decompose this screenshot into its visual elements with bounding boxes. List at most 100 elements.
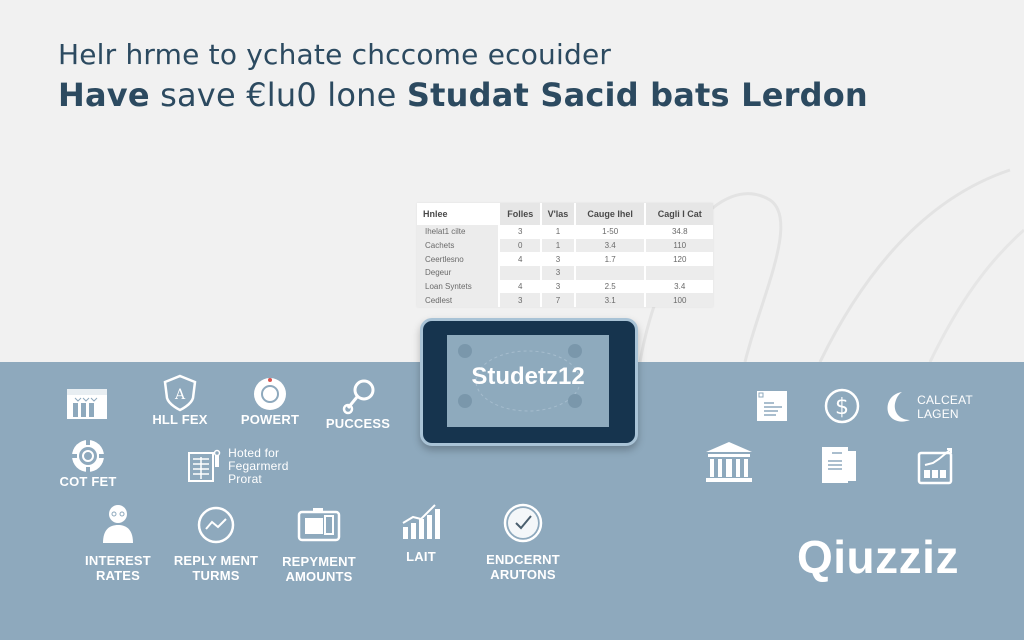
feature-label: CALCEAT [917, 393, 973, 407]
trend-board-icon [917, 448, 953, 485]
column-header: Cagli I Cat [644, 203, 713, 225]
loan-comparison-table: Hnlee Folles V'las Cauge Ihel Cagli I Ca… [417, 203, 713, 307]
feature-label: Prorat [228, 472, 262, 486]
chip-icon [71, 439, 105, 473]
headline-title-part-2: save €lu0 lone [149, 76, 407, 114]
growth-chart-icon [402, 504, 440, 539]
table-row: Degeur 3 [417, 265, 713, 280]
clock-graph-icon [197, 506, 235, 544]
table-row: Ihelat1 cilte 3 1 1-50 34.8 [417, 225, 713, 239]
table-cell: 3 [498, 225, 540, 239]
feature-label-group: Hoted for Fegarmerd Prorat [228, 447, 289, 486]
table-cell: Cachets [417, 238, 499, 253]
column-header: Folles [498, 203, 541, 225]
svg-text:A: A [174, 387, 186, 403]
feature-label: PUCCESS [325, 416, 391, 431]
feature-lifebuoy: POWERT [238, 376, 302, 427]
table-row: Cedlest 3 7 3.1 100 [417, 293, 713, 307]
dollar-coin-icon: $ [824, 388, 860, 424]
feature-label: REPYMENT [282, 554, 356, 569]
feature-label: ARUTONS [490, 567, 556, 582]
feature-chip: COT FET [56, 438, 120, 489]
svg-text:$: $ [835, 395, 849, 420]
feature-endcernt: ENDCERNT ARUTONS [478, 503, 568, 582]
table-cell: 1.7 [573, 252, 645, 266]
column-header: V'las [540, 203, 574, 225]
feature-magnifier: PUCCESS [325, 378, 391, 431]
table-cell [573, 265, 645, 280]
table-cell: Ceertlesno [417, 252, 499, 266]
table-cell: 1-50 [573, 225, 645, 239]
moon-icon [887, 392, 910, 422]
table-cell: 1 [540, 238, 574, 253]
feature-label: ENDCERNT [486, 552, 560, 567]
feature-label: COT FET [59, 474, 117, 489]
feature-document: Hoted for Fegarmerd Prorat [187, 447, 307, 486]
table-row: Cachets 0 1 3.4 110 [417, 238, 713, 253]
feature-label: RATES [95, 568, 141, 583]
feature-bank [703, 440, 755, 484]
table-cell: 3 [540, 279, 574, 294]
column-header: Hnlee [417, 203, 499, 225]
headline-title-part-3: Studat Sacid bats Lerdon [406, 76, 868, 114]
feature-files [820, 445, 860, 485]
feature-browser-doc [756, 389, 788, 423]
table-cell: 3 [540, 252, 574, 266]
table-cell: 3.4 [573, 238, 645, 253]
lifebuoy-icon [254, 378, 286, 410]
brand-logo: Qiuzziz [797, 531, 959, 583]
table-cell: 120 [644, 252, 713, 266]
table-cell [498, 265, 541, 280]
table-header-row: Hnlee Folles V'las Cauge Ihel Cagli I Ca… [417, 203, 713, 225]
feature-label: HLL FEX [152, 412, 208, 427]
feature-label: TURMS [192, 568, 240, 583]
table-row: Ceertlesno 4 3 1.7 120 [417, 252, 713, 266]
table-cell: Loan Syntets [417, 279, 499, 294]
table-row: Loan Syntets 4 3 2.5 3.4 [417, 279, 713, 294]
feature-repayment-amounts: REPYMENT AMOUNTS [274, 506, 364, 584]
table-cell: 0 [498, 238, 541, 253]
table-cell: 3.4 [644, 279, 713, 294]
feature-label: INTEREST [85, 553, 151, 568]
feature-label: REPLY MENT [173, 553, 259, 568]
browser-doc-icon [757, 391, 787, 421]
magnifier-icon [342, 379, 375, 415]
feature-trend-board [917, 447, 955, 485]
table-cell: 110 [644, 238, 713, 253]
tablet-brand: Studetz12 [471, 363, 585, 390]
tablet-screen: Studetz12 [447, 335, 609, 427]
column-header: Cauge Ihel [573, 203, 645, 225]
bank-icon [706, 442, 752, 482]
feature-storefront [62, 385, 112, 421]
feature-interest-rates: INTEREST RATES [78, 503, 158, 583]
table-cell: 100 [644, 293, 713, 307]
headline-title: Have save €lu0 lone Studat Sacid bats Le… [58, 76, 868, 114]
feature-label: LAGEN [917, 407, 959, 421]
table-cell: 4 [498, 279, 540, 294]
tablet-device: Studetz12 [420, 318, 638, 446]
table-cell: Cedlest [417, 293, 499, 307]
table-cell [644, 265, 713, 280]
feature-shield: A HLL FEX [150, 374, 210, 427]
feature-repayment-terms: REPLY MENT TURMS [170, 505, 262, 583]
check-clock-icon [503, 503, 543, 543]
files-icon [822, 447, 856, 483]
person-icon [103, 505, 133, 543]
feature-calculate: CALCEAT LAGEN [884, 390, 974, 424]
headline-title-part-1: Have [58, 76, 150, 114]
feature-label: AMOUNTS [285, 569, 353, 584]
shield-icon: A [163, 374, 197, 412]
table-cell: Ihelat1 cilte [417, 225, 499, 239]
table-cell: 3 [498, 293, 541, 307]
table-cell: 3 [540, 265, 574, 280]
document-icon [188, 449, 221, 482]
card-icon [297, 508, 341, 542]
table-cell: 3.1 [573, 293, 645, 307]
table-cell: Degeur [417, 265, 499, 280]
table-cell: 2.5 [573, 279, 645, 294]
feature-lait: LAIT [396, 503, 446, 564]
feature-label: POWERT [240, 412, 300, 427]
table-cell: 7 [540, 293, 574, 307]
feature-label: LAIT [406, 549, 436, 564]
feature-dollar: $ [823, 388, 861, 424]
